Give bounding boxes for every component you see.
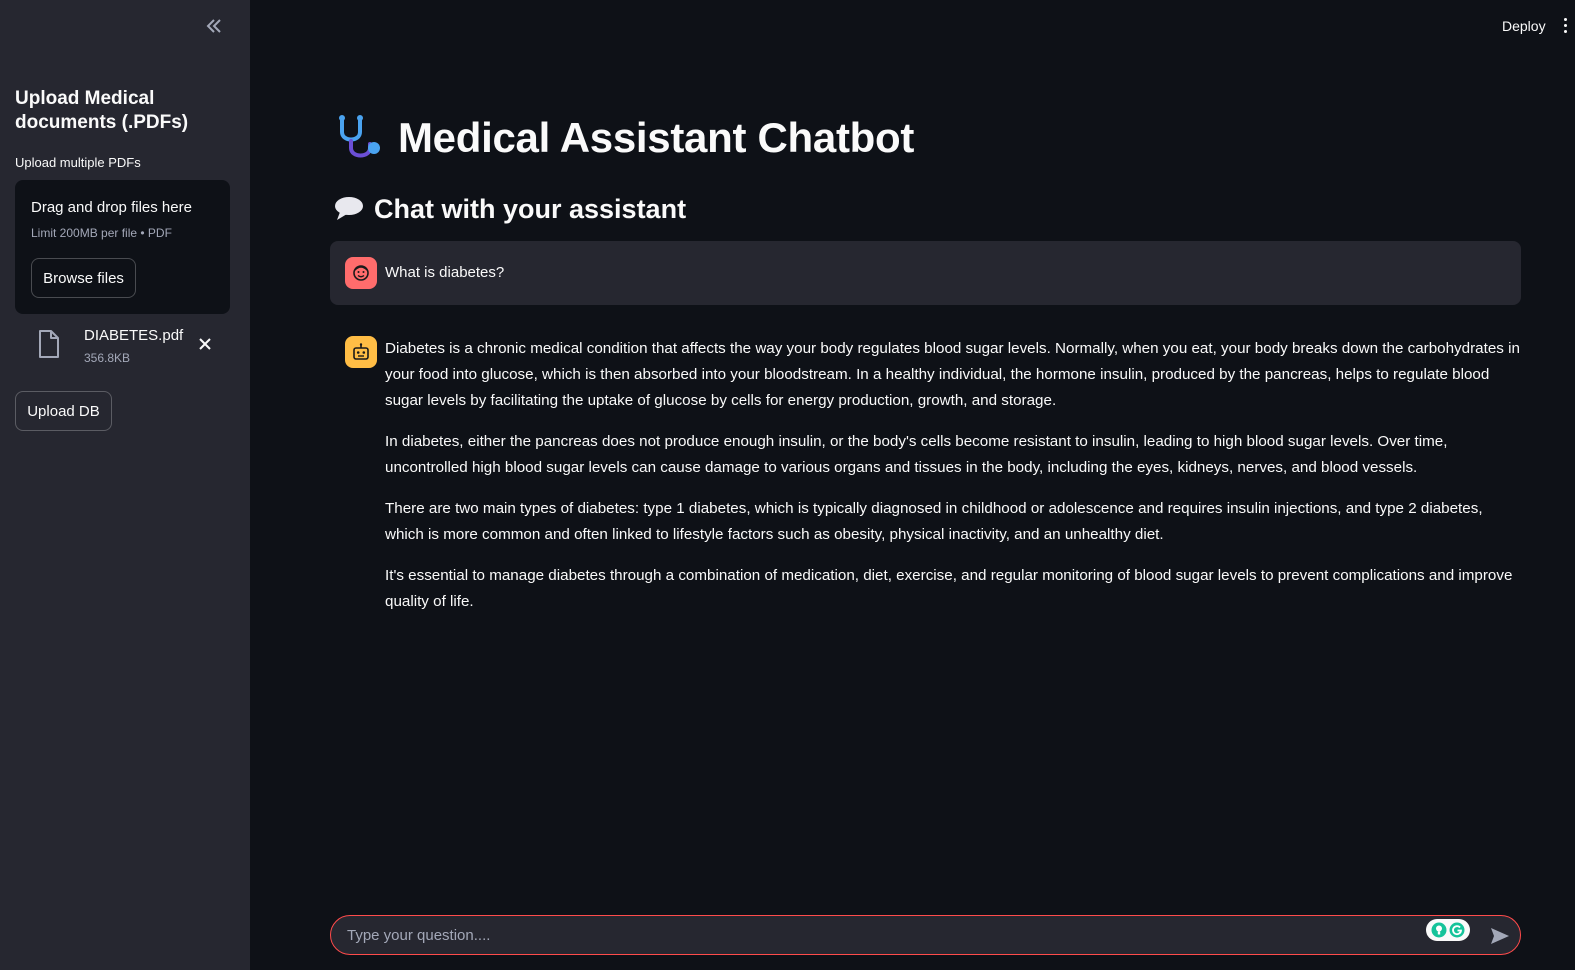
chat-input-container (330, 915, 1521, 955)
subheader-text: Chat with your assistant (374, 193, 687, 224)
kebab-dot-icon (1564, 18, 1567, 21)
page-title: Medical Assistant Chatbot (334, 110, 914, 166)
browse-files-button[interactable]: Browse files (31, 258, 136, 298)
chat-input[interactable] (347, 916, 1407, 954)
chat-subheader: Chat with your assistant (334, 190, 686, 228)
assistant-avatar (345, 336, 377, 368)
double-chevron-left-icon (206, 19, 221, 33)
kebab-dot-icon (1564, 24, 1567, 27)
upload-db-button[interactable]: Upload DB (15, 391, 112, 431)
grammarly-bulb-icon (1431, 922, 1447, 938)
assistant-paragraph: It's essential to manage diabetes throug… (385, 567, 1513, 610)
assistant-paragraph: In diabetes, either the pancreas does no… (385, 433, 1448, 476)
file-size: 356.8KB (84, 351, 131, 365)
grammarly-widget[interactable] (1426, 919, 1470, 941)
uploaded-file-item: DIABETES.pdf 356.8KB (15, 322, 230, 370)
dropzone-limit-text: Limit 200MB per file • PDF (31, 226, 172, 240)
close-icon (199, 338, 211, 350)
send-icon[interactable] (1489, 925, 1511, 947)
dropzone-instructions: Drag and drop files here (31, 199, 192, 216)
main-menu-button[interactable] (1564, 18, 1570, 34)
user-face-icon (353, 265, 369, 281)
assistant-paragraph: Diabetes is a chronic medical condition … (385, 340, 1520, 409)
stethoscope-icon (339, 115, 380, 158)
file-icon (39, 330, 59, 358)
assistant-message-text: Diabetes is a chronic medical condition … (385, 336, 1525, 630)
robot-icon (353, 343, 369, 360)
deploy-button[interactable]: Deploy (1494, 16, 1554, 36)
file-dropzone[interactable]: Drag and drop files here Limit 200MB per… (15, 180, 230, 314)
speech-bubble-icon (335, 197, 363, 220)
user-message-text: What is diabetes? (385, 264, 505, 281)
uploader-label: Upload multiple PDFs (15, 155, 141, 170)
kebab-dot-icon (1564, 30, 1567, 33)
page-title-text: Medical Assistant Chatbot (398, 114, 915, 161)
chat-message-user: What is diabetes? (330, 241, 1521, 305)
remove-file-button[interactable] (195, 334, 215, 354)
file-name: DIABETES.pdf (84, 327, 184, 344)
grammarly-g-icon (1449, 922, 1465, 938)
user-avatar (345, 257, 377, 289)
sidebar-title: Upload Medical documents (.PDFs) (15, 88, 189, 133)
assistant-paragraph: There are two main types of diabetes: ty… (385, 500, 1483, 543)
collapse-sidebar-button[interactable] (202, 14, 226, 38)
sidebar: Upload Medical documents (.PDFs) Upload … (0, 0, 250, 970)
